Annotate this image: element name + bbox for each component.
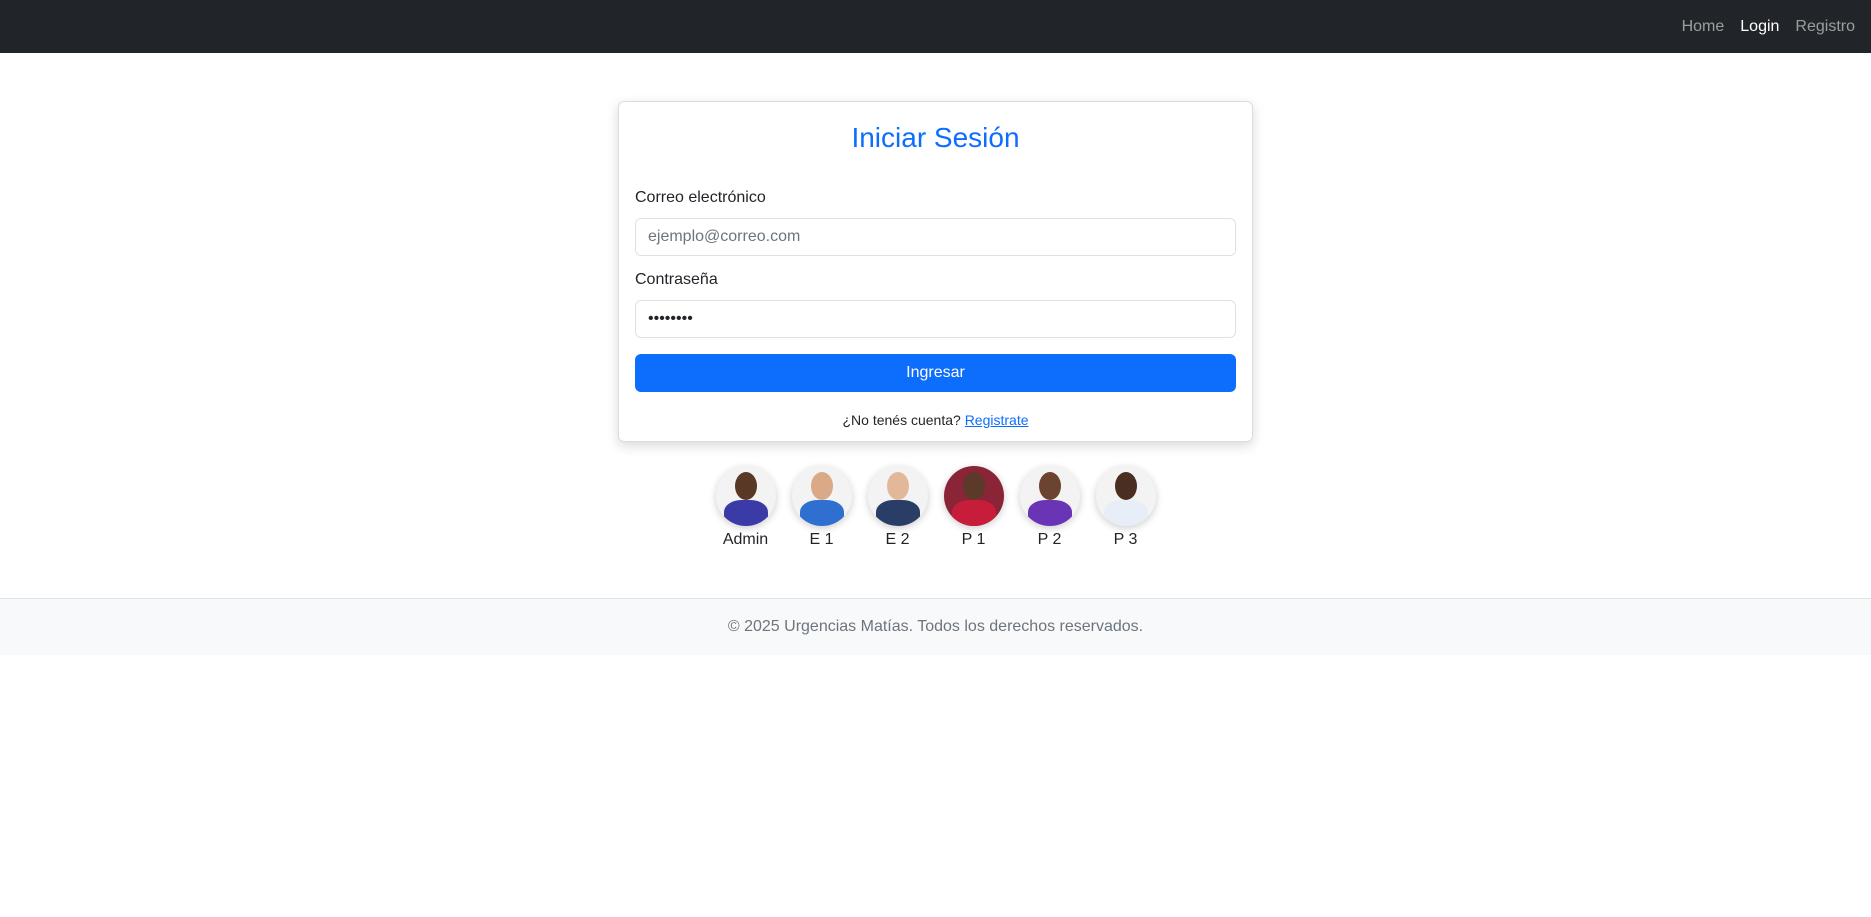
avatar-e1[interactable]: E 1 [791,466,852,550]
avatar-image[interactable] [1019,466,1080,526]
nav-registro-link[interactable]: Registro [1795,18,1855,36]
email-label: Correo electrónico [635,189,766,206]
avatar-label: Admin [722,531,769,548]
footer-text: © 2025 Urgencias Matías. Todos los derec… [727,618,1144,635]
nav-home-link[interactable]: Home [1682,18,1725,36]
email-field[interactable] [635,218,1236,256]
avatar-image[interactable] [867,466,928,526]
avatar-image[interactable] [791,466,852,526]
quick-login-avatars: Admin E 1 E 2 P 1 P 2 P 3 [0,466,1871,550]
password-label: Contraseña [635,271,718,288]
top-navbar: Home Login Registro [0,0,1871,53]
avatar-label: E 2 [885,531,910,548]
avatar-p2[interactable]: P 2 [1019,466,1080,550]
avatar-image[interactable] [943,466,1004,526]
password-field[interactable] [635,300,1236,338]
register-prompt: ¿No tenés cuenta? Registrate [635,412,1236,428]
login-card: Iniciar Sesión Correo electrónico Contra… [618,101,1253,442]
avatar-e2[interactable]: E 2 [867,466,928,550]
avatar-p3[interactable]: P 3 [1095,466,1156,550]
avatar-p1[interactable]: P 1 [943,466,1004,550]
avatar-label: P 3 [1113,531,1138,548]
nav-login-link[interactable]: Login [1740,18,1779,36]
login-submit-button[interactable]: Ingresar [635,354,1236,392]
avatar-admin[interactable]: Admin [715,466,776,550]
avatar-image[interactable] [1095,466,1156,526]
avatar-image[interactable] [715,466,776,526]
login-title: Iniciar Sesión [851,122,1020,153]
page-footer: © 2025 Urgencias Matías. Todos los derec… [0,598,1871,655]
avatar-label: E 1 [809,531,834,548]
register-link[interactable]: Registrate [965,412,1029,428]
avatar-label: P 2 [1037,531,1062,548]
avatar-label: P 1 [961,531,986,548]
no-account-text: ¿No tenés cuenta? [842,412,961,428]
